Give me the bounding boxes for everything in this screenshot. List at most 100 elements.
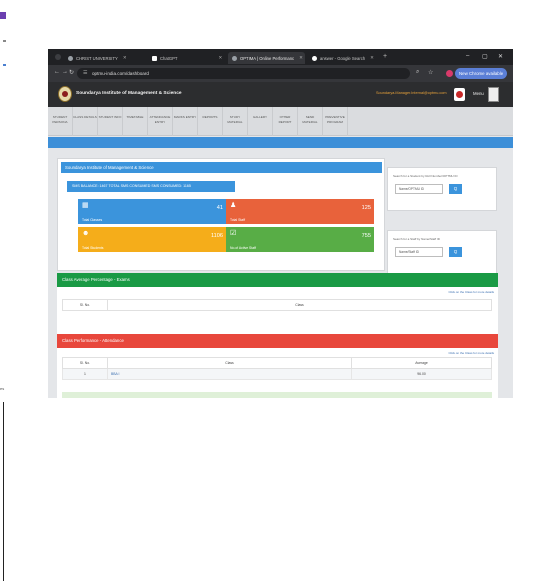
maximize-icon[interactable]: ▢ — [482, 53, 488, 60]
menu-attendance-entry[interactable]: ATTENDANCE ENTRY — [148, 107, 173, 136]
column-header: Class — [107, 357, 352, 369]
column-header: Sl. No. — [62, 299, 108, 311]
sms-balance-bar: SMS BALANCE: 1467 TOTAL SMS CONSUMED SMS… — [67, 181, 235, 192]
tile-count: 125 — [361, 205, 371, 211]
tile-label: No.of Active Staff — [230, 246, 256, 250]
student-icon: ☻ — [82, 230, 90, 237]
student-search-button[interactable]: Q — [449, 184, 462, 194]
cell-class-link[interactable]: BBA I — [107, 368, 352, 380]
optima-badge-icon — [454, 88, 465, 101]
app-header: Soundarya Institute of Management & Scie… — [48, 82, 513, 107]
attendance-table: Sl. No. Class Average 1 BBA I 96.00 — [62, 357, 492, 380]
close-icon[interactable]: ✕ — [123, 55, 127, 61]
header-menu-link[interactable]: Menu — [473, 91, 484, 96]
search-label: Search for a Staff by Name/Staff ID — [393, 237, 440, 241]
browser-toolbar: ← → ↻ ☰ optmu-india.com/dashboard ⌕ ☆ Ne… — [48, 65, 513, 82]
tile-count: 1106 — [210, 233, 223, 239]
staff-search-card: Search for a Staff by Name/Staff ID Name… — [387, 230, 497, 274]
address-bar[interactable]: ☰ optmu-india.com/dashboard — [77, 68, 410, 79]
panel-details-link[interactable]: Click on the Class for more details — [448, 351, 494, 355]
dashboard-summary-card: Soundarya Institute of Management & Scie… — [57, 158, 385, 271]
table-row[interactable]: 1 BBA I 96.00 — [62, 368, 492, 380]
forward-icon[interactable]: → — [62, 69, 68, 75]
grid-icon: ▦ — [82, 202, 89, 209]
student-search-card: Search for a Student by Roll Number/OPTM… — [387, 167, 497, 211]
panel-title: Class Average Percentage - Exams — [57, 273, 498, 287]
tab-christ-university[interactable]: CHRIST UNIVERSITY ✕ — [64, 52, 146, 64]
exam-average-table: Sl. No. Class — [62, 299, 492, 311]
staff-search-input[interactable]: Name/Staff ID — [395, 247, 443, 257]
left-edge-fragment: es — [0, 0, 12, 400]
tab-optima[interactable]: OPTIMA | Online Performanc ✕ — [228, 52, 305, 64]
tab-label: answer - Google Search — [320, 55, 366, 61]
profile-avatar[interactable] — [446, 70, 453, 77]
new-chrome-available-button[interactable]: New Chrome available — [455, 68, 508, 79]
menu-other-report[interactable]: OTHER REPORT — [273, 107, 298, 136]
circle-icon — [68, 55, 73, 61]
tile-total-staff[interactable]: ♟ 125 Total Staff — [226, 199, 374, 224]
edge-mark — [3, 40, 6, 42]
tile-label: Total Staff — [230, 218, 246, 222]
tile-active-staff[interactable]: ☑ 755 No.of Active Staff — [226, 227, 374, 252]
web-page: Soundarya Institute of Management & Scie… — [48, 82, 513, 398]
back-icon[interactable]: ← — [54, 69, 60, 75]
tile-label: Total Students — [82, 246, 104, 250]
panel-details-link[interactable]: Click on the Class for more details — [448, 290, 494, 294]
close-icon[interactable]: ✕ — [299, 55, 303, 61]
column-header: Sl. No. — [62, 357, 108, 369]
tile-total-students[interactable]: ☻ 1106 Total Students — [78, 227, 226, 252]
menu-class-details[interactable]: CLASS DETAILS — [73, 107, 98, 136]
browser-window: CHRIST UNIVERSITY ✕ ChatGPT ✕ OPTIMA | O… — [48, 49, 513, 398]
panel-title: Class Performance - Attendance — [57, 334, 498, 348]
attendance-panel: Class Performance - Attendance Click on … — [57, 334, 498, 398]
main-menu: STUDENT PERSONA CLASS DETAILS STUDENT IN… — [48, 107, 513, 136]
new-tab-button[interactable]: + — [383, 53, 387, 60]
menu-gallery[interactable]: GALLERY — [248, 107, 273, 136]
tile-count: 755 — [361, 233, 371, 239]
edge-mark — [3, 64, 6, 66]
close-window-icon[interactable]: ✕ — [498, 53, 503, 60]
tile-total-classes[interactable]: ▦ 41 Total Classes — [78, 199, 226, 224]
section-divider — [48, 137, 513, 148]
menu-send-material[interactable]: SEND MATERIAL — [298, 107, 323, 136]
check-icon: ☑ — [230, 230, 237, 237]
tile-label: Total Classes — [82, 218, 103, 222]
close-icon[interactable]: ✕ — [370, 55, 374, 61]
tab-chatgpt[interactable]: ChatGPT ✕ — [148, 52, 226, 64]
user-email[interactable]: Soundarya.Manager.Internal@optmu.com — [376, 91, 447, 95]
close-icon[interactable]: ✕ — [218, 55, 222, 61]
cell-sl-no: 1 — [62, 368, 108, 380]
student-search-input[interactable]: Name/OPTMU ID — [395, 184, 443, 194]
site-settings-icon[interactable]: ☰ — [83, 70, 87, 76]
cell-average: 96.00 — [351, 368, 492, 380]
tab-search-icon[interactable] — [55, 54, 61, 60]
column-header: Average — [351, 357, 492, 369]
zoom-icon[interactable]: ⌕ — [416, 69, 419, 76]
user-avatar[interactable] — [488, 87, 499, 102]
staff-search-button[interactable]: Q — [449, 247, 462, 257]
tab-label: CHRIST UNIVERSITY — [76, 55, 118, 61]
card-title: Soundarya Institute of Management & Scie… — [61, 162, 382, 173]
tab-label: ChatGPT — [160, 55, 178, 61]
tab-google-search[interactable]: answer - Google Search ✕ — [308, 52, 380, 64]
bookmark-star-icon[interactable]: ☆ — [428, 69, 433, 76]
institute-name: Soundarya Institute of Management & Scie… — [76, 91, 182, 96]
menu-preventive-program[interactable]: PREVENTIVE PROGRAM — [323, 107, 348, 136]
menu-marks-entry[interactable]: MARKS ENTRY — [173, 107, 198, 136]
tile-count: 41 — [216, 205, 223, 211]
edge-text: es — [0, 386, 5, 391]
institute-logo — [58, 86, 72, 102]
menu-reports[interactable]: REPORTS — [198, 107, 223, 136]
menu-study-material[interactable]: STUDY MATERIAL — [223, 107, 248, 136]
url-text: optmu-india.com/dashboard — [92, 71, 149, 76]
menu-timetable[interactable]: TIMETABLE — [123, 107, 148, 136]
menu-student-persona[interactable]: STUDENT PERSONA — [48, 107, 73, 136]
reload-icon[interactable]: ↻ — [69, 69, 74, 76]
menu-student-info[interactable]: STUDENT INFO — [98, 107, 123, 136]
circle-icon — [232, 55, 237, 61]
tab-label: OPTIMA | Online Performanc — [240, 55, 295, 61]
search-label: Search for a Student by Roll Number/OPTM… — [393, 174, 458, 178]
chatgpt-icon — [152, 55, 157, 61]
minimize-icon[interactable]: – — [466, 53, 469, 59]
column-header: Class — [107, 299, 492, 311]
